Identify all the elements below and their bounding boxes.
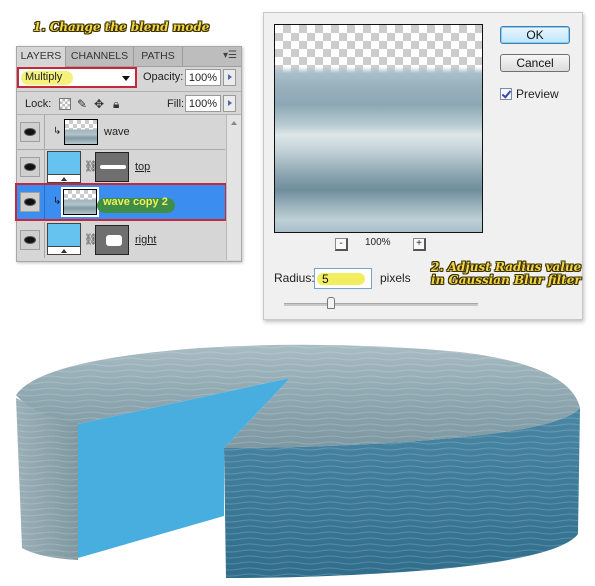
fill-label: Fill: <box>167 98 185 110</box>
blur-preview[interactable] <box>274 24 483 233</box>
layer-mask-thumbnail[interactable] <box>95 152 129 182</box>
visibility-eye-icon[interactable] <box>20 230 40 250</box>
layer-mask-thumbnail[interactable] <box>95 225 129 255</box>
blend-mode-dropdown[interactable]: Multiply <box>17 67 137 88</box>
zoom-in-button[interactable]: + <box>413 238 426 251</box>
lock-move-icon[interactable]: ✥ <box>94 97 104 111</box>
clipping-arrow-icon: ↳ <box>53 196 62 207</box>
zoom-out-button[interactable]: - <box>335 238 348 251</box>
layer-thumbnail <box>64 119 98 145</box>
row-divider <box>44 222 45 258</box>
opacity-slider-button[interactable] <box>223 69 236 86</box>
blend-mode-value: Multiply <box>25 71 63 83</box>
layer-row-wave-copy-2[interactable]: ↳ wave copy 2 <box>17 185 225 220</box>
tab-channels[interactable]: CHANNELS <box>66 47 134 66</box>
layer-name[interactable]: right <box>135 234 156 246</box>
panel-tabs: LAYERS CHANNELS PATHS ▾☰ <box>17 47 241 67</box>
layer-thumbnail <box>61 187 99 217</box>
layer-name[interactable]: wave <box>104 126 130 138</box>
preview-checkbox[interactable] <box>500 88 512 100</box>
tab-paths[interactable]: PATHS <box>134 47 183 66</box>
gaussian-blur-dialog: - 100% + OK Cancel Preview Radius: 5 pix… <box>263 12 583 320</box>
radius-value: 5 <box>322 272 329 286</box>
preview-label: Preview <box>516 87 559 101</box>
row-divider <box>44 150 45 184</box>
panel-menu-icon[interactable]: ▾☰ <box>223 50 237 61</box>
opacity-label: Opacity: <box>143 71 184 83</box>
ok-button[interactable]: OK <box>500 26 570 44</box>
opacity-input[interactable]: 100% <box>185 69 221 86</box>
row-divider <box>44 115 45 149</box>
lock-transparent-icon[interactable] <box>59 98 71 110</box>
fill-slider-button[interactable] <box>223 95 236 112</box>
layer-name[interactable]: wave copy 2 <box>103 196 168 208</box>
chevron-down-icon <box>122 76 130 81</box>
radius-input[interactable]: 5 <box>314 268 372 289</box>
fill-input[interactable]: 100% <box>185 95 221 112</box>
fill-layer-thumbnail <box>47 151 81 183</box>
layers-scrollbar[interactable] <box>226 115 241 260</box>
lock-paint-icon[interactable]: ✎ <box>77 97 87 111</box>
radius-label: Radius: <box>274 271 315 285</box>
lock-all-icon[interactable]: 🔒︎ <box>113 97 119 112</box>
visibility-eye-icon[interactable] <box>20 122 40 142</box>
fill-layer-thumbnail <box>47 223 81 255</box>
radius-slider-thumb[interactable] <box>326 297 335 309</box>
row-divider <box>44 185 45 219</box>
cancel-button[interactable]: Cancel <box>500 54 570 72</box>
zoom-level: 100% <box>365 237 391 248</box>
divider <box>17 91 241 92</box>
radius-slider-track[interactable] <box>284 303 478 306</box>
clipping-arrow-icon: ↳ <box>53 126 62 137</box>
water-pie-illustration <box>16 344 580 578</box>
layer-row-top[interactable]: ⛓ top <box>17 150 225 185</box>
layer-row-right[interactable]: ⛓ right <box>17 222 225 258</box>
visibility-eye-icon[interactable] <box>20 192 40 212</box>
annotation-step-2-line-2: in Gaussian Blur filter <box>431 273 581 287</box>
lock-label: Lock: <box>25 98 52 110</box>
scroll-up-icon[interactable] <box>231 121 237 125</box>
layer-row-wave[interactable]: ↳ wave <box>17 115 225 150</box>
annotation-step-1: 1. Change the blend mode <box>33 20 210 34</box>
visibility-eye-icon[interactable] <box>20 157 40 177</box>
layers-panel: LAYERS CHANNELS PATHS ▾☰ Multiply Opacit… <box>15 46 242 262</box>
layer-name[interactable]: top <box>135 161 150 173</box>
tab-layers[interactable]: LAYERS <box>17 47 66 67</box>
radius-unit: pixels <box>380 271 411 285</box>
